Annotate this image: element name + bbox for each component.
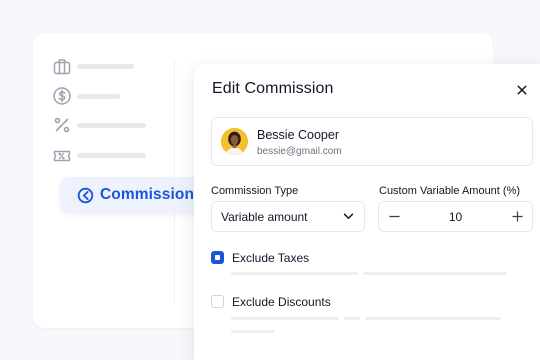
user-email: bessie@gmail.com bbox=[257, 146, 342, 157]
ticket-icon[interactable] bbox=[52, 146, 72, 166]
plus-icon bbox=[511, 211, 523, 222]
exclude-discounts-checkbox[interactable] bbox=[211, 295, 224, 308]
chevron-down-icon bbox=[343, 213, 354, 219]
description-placeholder bbox=[231, 317, 339, 320]
sidebar-item-label: Commissions bbox=[100, 186, 203, 203]
custom-amount-value[interactable]: 10 bbox=[419, 210, 492, 224]
edit-commission-modal: Edit Commission Bessie Cooper bessie@gma… bbox=[194, 64, 540, 360]
description-placeholder bbox=[344, 317, 360, 320]
custom-amount-label: Custom Variable Amount (%) bbox=[379, 185, 521, 197]
sidebar-item-commissions[interactable]: Commissions bbox=[60, 177, 208, 213]
exclude-taxes-label: Exclude Taxes bbox=[232, 251, 310, 265]
close-icon bbox=[517, 85, 527, 95]
commission-type-value: Variable amount bbox=[221, 209, 308, 224]
description-placeholder bbox=[365, 317, 501, 320]
description-placeholder bbox=[231, 330, 275, 333]
user-name: Bessie Cooper bbox=[257, 128, 339, 142]
briefcase-icon[interactable] bbox=[52, 57, 72, 77]
description-placeholder bbox=[342, 272, 358, 275]
minus-icon bbox=[388, 215, 400, 218]
dollar-icon[interactable] bbox=[52, 86, 72, 106]
description-placeholder bbox=[363, 272, 507, 275]
percent-icon[interactable] bbox=[52, 115, 72, 135]
sidebar-item-placeholder bbox=[77, 123, 146, 128]
custom-amount-stepper[interactable]: 10 bbox=[378, 201, 533, 232]
decrement-button[interactable] bbox=[379, 202, 409, 231]
commission-type-select[interactable]: Variable amount bbox=[211, 201, 365, 232]
description-placeholder bbox=[231, 272, 347, 275]
exclude-discounts-label: Exclude Discounts bbox=[232, 295, 331, 309]
sidebar-item-placeholder bbox=[77, 94, 120, 99]
avatar bbox=[221, 128, 248, 155]
sidebar-item-placeholder bbox=[77, 64, 134, 69]
increment-button[interactable] bbox=[502, 202, 532, 231]
exclude-taxes-checkbox[interactable] bbox=[211, 251, 224, 264]
commission-type-label: Commission Type bbox=[211, 185, 299, 197]
user-card: Bessie Cooper bessie@gmail.com bbox=[211, 117, 533, 166]
sidebar-item-placeholder bbox=[77, 153, 146, 158]
commission-logo-icon bbox=[77, 187, 94, 203]
modal-title: Edit Commission bbox=[212, 80, 334, 97]
close-button[interactable] bbox=[513, 81, 531, 99]
